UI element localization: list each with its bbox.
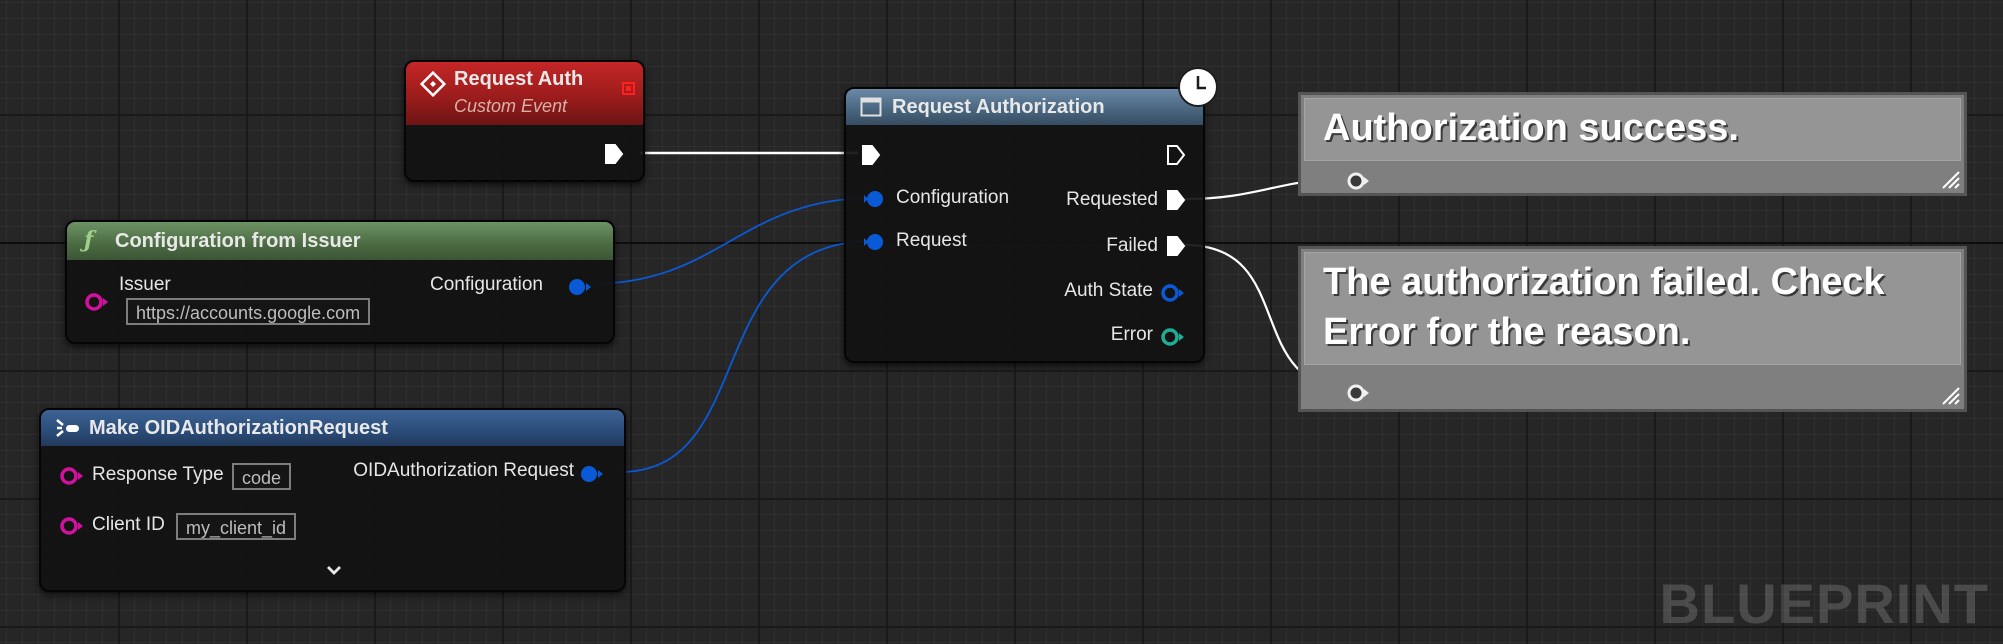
request-output-label: OIDAuthorization Request (353, 460, 574, 481)
request-input-label: Request (896, 230, 967, 251)
comment-success[interactable]: Authorization success. (1298, 92, 1967, 196)
comment-text: The authorization failed. Check Error fo… (1323, 261, 1885, 353)
request-authorization-header[interactable]: Request Authorization (846, 89, 1203, 125)
request-authorization-node[interactable]: Request Authorization Configuration Requ… (844, 87, 1205, 363)
reroute-pin[interactable] (1345, 170, 1371, 192)
comment-failed[interactable]: The authorization failed. Check Error fo… (1298, 246, 1967, 412)
node-title: Request Authorization (892, 96, 1105, 118)
auth-state-output-label: Auth State (1064, 280, 1153, 301)
exec-out-pin[interactable] (1166, 144, 1186, 166)
node-title: Make OIDAuthorizationRequest (89, 417, 388, 439)
request-input-pin[interactable] (862, 231, 888, 253)
issuer-pin[interactable] (84, 291, 110, 313)
auth-state-output-pin[interactable] (1160, 282, 1186, 304)
chevron-down-icon[interactable] (326, 564, 342, 576)
comment-title-bar[interactable]: Authorization success. (1304, 98, 1961, 161)
exec-out-pin[interactable] (604, 143, 624, 165)
failed-output-pin[interactable] (1166, 235, 1186, 257)
issuer-value-input[interactable]: https://accounts.google.com (126, 298, 371, 325)
configuration-input-pin[interactable] (862, 188, 888, 210)
configuration-output-pin[interactable] (567, 276, 593, 298)
reroute-pin[interactable] (1345, 382, 1371, 404)
request-output-pin[interactable] (579, 463, 605, 485)
make-oidauthorizationrequest-header[interactable]: Make OIDAuthorizationRequest (41, 410, 624, 446)
node-title: Request Auth (454, 68, 584, 90)
comment-text: Authorization success. (1323, 107, 1739, 149)
failed-output-label: Failed (1106, 235, 1158, 256)
configuration-input-label: Configuration (896, 187, 1010, 208)
configuration-wire (589, 197, 874, 285)
event-diamond-icon (420, 71, 446, 97)
clock-icon (1178, 67, 1218, 107)
request-wire (619, 240, 874, 473)
response-type-label: Response Type (92, 464, 224, 485)
requested-output-pin[interactable] (1166, 189, 1186, 211)
comment-title-bar[interactable]: The authorization failed. Check Error fo… (1304, 252, 1961, 365)
request-auth-header[interactable]: Request Auth Custom Event (406, 62, 643, 125)
client-id-label: Client ID (92, 514, 165, 535)
error-output-label: Error (1110, 324, 1153, 345)
delegate-pin[interactable] (622, 82, 635, 95)
requested-output-label: Requested (1066, 189, 1158, 210)
window-icon (860, 97, 882, 117)
configuration-from-issuer-node[interactable]: ƒ Configuration from Issuer Issuer https… (65, 220, 615, 344)
request-auth-node[interactable]: Request Auth Custom Event (404, 60, 645, 182)
error-output-pin[interactable] (1160, 326, 1186, 348)
resize-grip-icon[interactable] (1937, 382, 1961, 406)
node-title: Configuration from Issuer (115, 230, 361, 252)
client-id-input[interactable]: my_client_id (176, 513, 297, 540)
response-type-pin[interactable] (59, 465, 85, 487)
blueprint-watermark: BLUEPRINT (1659, 572, 1989, 635)
make-struct-icon (56, 419, 79, 437)
resize-grip-icon[interactable] (1937, 166, 1961, 190)
node-subtitle: Custom Event (454, 96, 568, 116)
issuer-label: Issuer (119, 274, 171, 295)
configuration-from-issuer-header[interactable]: ƒ Configuration from Issuer (67, 222, 613, 260)
configuration-output-label: Configuration (429, 274, 543, 295)
function-icon: ƒ (84, 227, 94, 253)
client-id-pin[interactable] (59, 515, 85, 537)
make-oidauthorizationrequest-node[interactable]: Make OIDAuthorizationRequest Response Ty… (39, 408, 626, 592)
response-type-input[interactable]: code (232, 463, 292, 490)
exec-in-pin[interactable] (861, 144, 881, 166)
